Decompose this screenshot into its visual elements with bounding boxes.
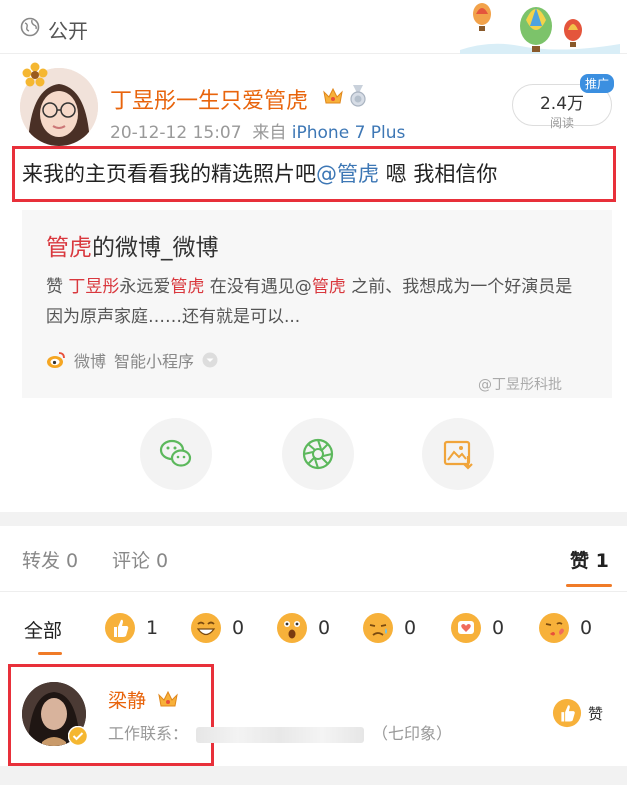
- card-desc-name: 丁昱彤: [68, 277, 120, 297]
- filter-sad[interactable]: 0: [362, 612, 416, 644]
- post-mention[interactable]: @管虎: [316, 162, 379, 186]
- reaction-filters: 全部 1 0 0 0 0 0: [0, 598, 627, 658]
- post-timestamp: 20-12-12 15:07: [110, 123, 242, 143]
- card-footer-type: 智能小程序: [114, 352, 195, 371]
- share-moments-button[interactable]: [282, 418, 354, 490]
- chevron-down-icon[interactable]: [202, 352, 218, 368]
- tab-like[interactable]: 赞 1: [570, 546, 609, 573]
- filter-heart[interactable]: 0: [450, 612, 504, 644]
- visibility-label[interactable]: 公开: [48, 15, 88, 44]
- filter-laugh[interactable]: 0: [190, 612, 244, 644]
- reaction-count: 0: [580, 617, 593, 639]
- tab-repost[interactable]: 转发 0: [22, 546, 78, 573]
- sad-icon: [363, 613, 393, 643]
- filter-thumbs-up[interactable]: 1: [104, 612, 158, 644]
- globe-icon: [20, 17, 40, 37]
- flower-badge-icon: [22, 62, 48, 87]
- card-title-highlight: 管虎: [46, 235, 92, 261]
- liker-desc-prefix: 工作联系：: [108, 724, 189, 743]
- filter-all[interactable]: 全部: [24, 616, 62, 643]
- thumbs-up-icon: [105, 613, 135, 643]
- reaction-count: 0: [318, 617, 331, 639]
- save-image-button[interactable]: [422, 418, 494, 490]
- post-text-main: 来我的主页看看我的精选照片吧: [22, 162, 316, 186]
- wechat-icon: [159, 439, 192, 467]
- liker-description: 工作联系： （七印象）: [108, 720, 452, 744]
- image-download-icon: [443, 440, 473, 470]
- card-desc-name3: 管虎: [311, 277, 346, 297]
- reaction-count: 0: [404, 617, 417, 639]
- verified-badge-icon: [68, 726, 88, 746]
- member-crown-icon: [158, 690, 178, 707]
- reaction-count: 1: [146, 617, 159, 639]
- card-desc-name2: 管虎: [170, 277, 205, 297]
- surprised-icon: [277, 613, 307, 643]
- liker-name[interactable]: 梁静: [108, 686, 146, 713]
- post-source-prefix: 来自: [252, 123, 287, 143]
- promo-badge[interactable]: 推广: [580, 74, 615, 93]
- laugh-icon: [191, 613, 221, 643]
- member-crown-icon: [323, 87, 343, 104]
- card-footer-source: 微博: [74, 352, 107, 371]
- liker-like-label: 赞: [588, 704, 604, 723]
- top-bar: 公开: [0, 0, 627, 54]
- blurred-contact: [196, 726, 365, 743]
- post-text: 来我的主页看看我的精选照片吧@管虎 嗯 我相信你: [22, 158, 497, 188]
- reaction-count: 0: [232, 617, 245, 639]
- card-footer: 微博 智能小程序: [46, 348, 218, 372]
- moments-aperture-icon: [302, 438, 334, 470]
- liker-desc-suffix: （七印象）: [372, 724, 453, 743]
- card-title-rest: 的微博_微博: [92, 235, 219, 261]
- post-source-device[interactable]: iPhone 7 Plus: [292, 123, 406, 143]
- card-title: 管虎的微博_微博: [46, 228, 219, 262]
- share-wechat-button[interactable]: [140, 418, 212, 490]
- mini-program-card[interactable]: 管虎的微博_微博 赞 丁昱彤永远爱管虎 在没有遇见@管虎 之前、我想成为一个好演…: [22, 210, 612, 398]
- heart-icon: [451, 613, 481, 643]
- hot-air-balloons-icon: [460, 3, 620, 54]
- thumbs-up-icon: [552, 698, 582, 728]
- bottom-divider: [0, 766, 627, 785]
- card-desc-3: 在没有遇见@: [204, 277, 312, 297]
- watermark-text: @丁昱彤科批: [478, 377, 562, 393]
- medal-icon: [350, 85, 366, 107]
- post-meta: 20-12-12 15:07 来自 iPhone 7 Plus: [110, 118, 405, 143]
- kiss-icon: [539, 613, 569, 643]
- filter-all-underline: [38, 652, 62, 655]
- card-desc-1: 赞: [46, 277, 69, 297]
- author-name[interactable]: 丁昱彤一生只爱管虎: [110, 83, 308, 115]
- weibo-logo-icon: [47, 352, 65, 368]
- card-description: 赞 丁昱彤永远爱管虎 在没有遇见@管虎 之前、我想成为一个好演员是因为原声家庭……: [46, 272, 586, 332]
- filter-surprised[interactable]: 0: [276, 612, 330, 644]
- filter-kiss[interactable]: 0: [538, 612, 592, 644]
- reaction-count: 0: [492, 617, 505, 639]
- post-text-tail: 嗯 我相信你: [379, 162, 498, 186]
- reads-label: 阅读: [549, 116, 574, 130]
- section-divider: [0, 512, 627, 526]
- card-desc-2: 永远爱: [119, 277, 171, 297]
- stats-tabs: 转发 0 评论 0 赞 1: [0, 526, 627, 592]
- liker-like-button[interactable]: 赞: [552, 698, 603, 728]
- active-tab-underline: [566, 584, 612, 587]
- tab-comment[interactable]: 评论 0: [112, 546, 168, 573]
